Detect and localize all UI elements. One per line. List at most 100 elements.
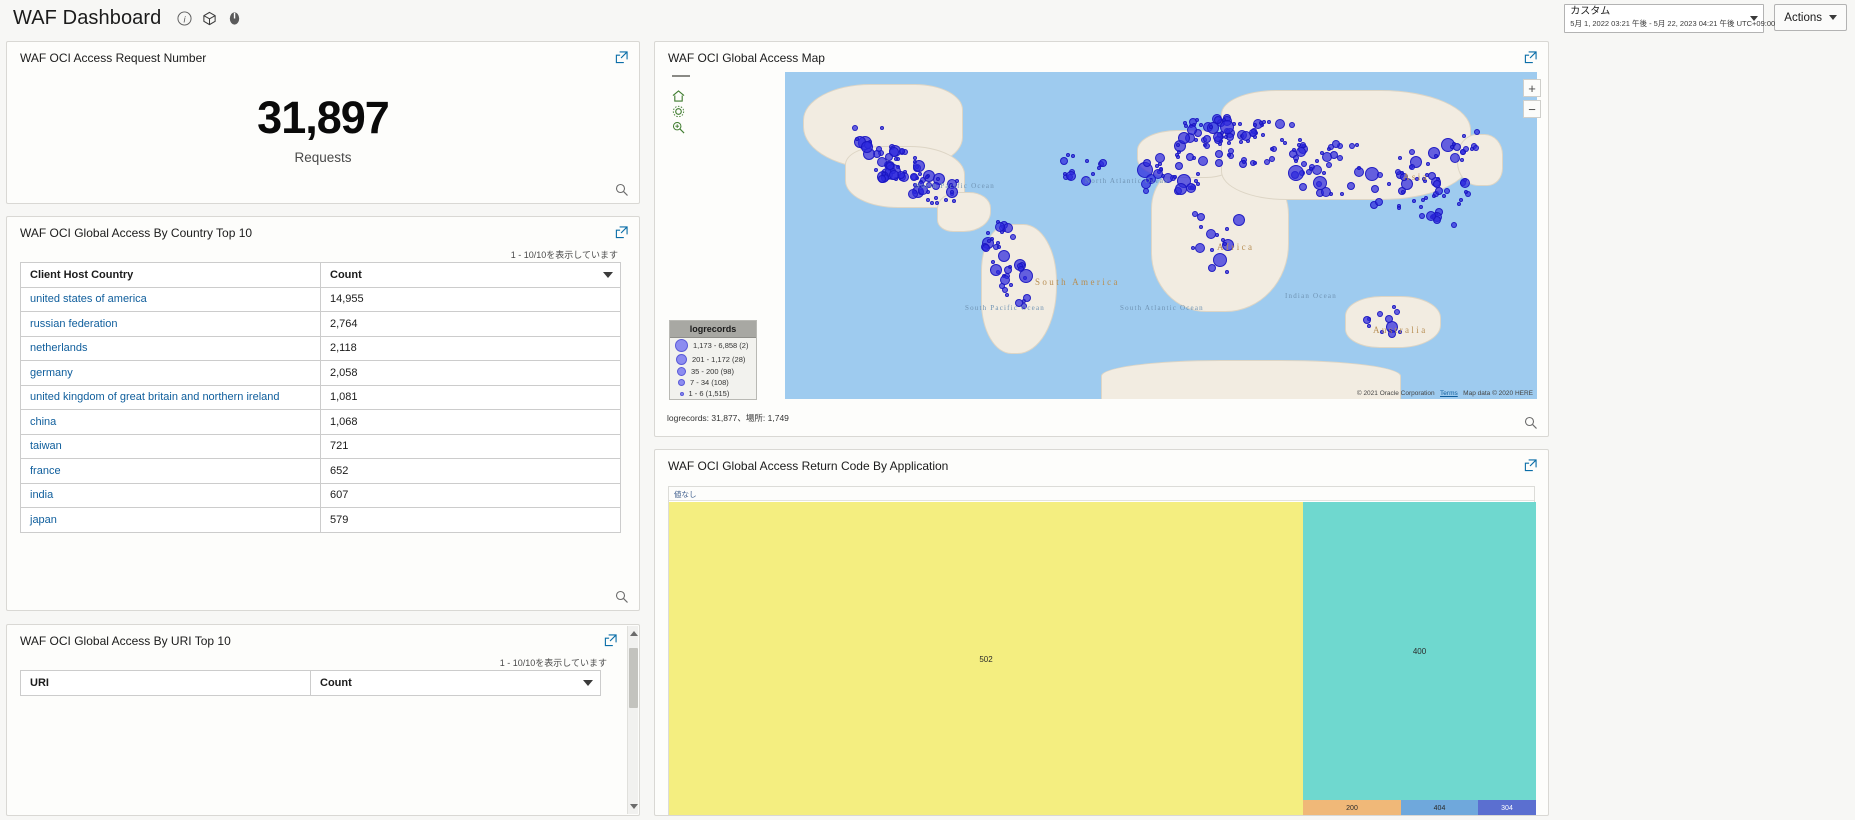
map-data-point[interactable]: [1423, 179, 1427, 183]
map-data-point[interactable]: [913, 160, 925, 172]
map-data-point[interactable]: [1426, 211, 1436, 221]
map-data-point[interactable]: [1301, 161, 1307, 167]
map-data-point[interactable]: [1426, 162, 1430, 166]
map-data-point[interactable]: [955, 179, 959, 183]
map-data-point[interactable]: [1214, 116, 1222, 124]
map-data-point[interactable]: [1220, 120, 1234, 134]
map-data-point[interactable]: [1409, 164, 1415, 170]
column-header-uri[interactable]: URI: [21, 671, 311, 696]
map-data-point[interactable]: [1270, 147, 1274, 151]
map-data-point[interactable]: [1066, 171, 1076, 181]
map-data-point[interactable]: [987, 239, 991, 243]
map-data-point[interactable]: [1300, 142, 1306, 148]
map-data-point[interactable]: [1019, 269, 1033, 283]
map-data-point[interactable]: [982, 244, 990, 252]
country-link[interactable]: russian federation: [30, 318, 117, 330]
country-link[interactable]: netherlands: [30, 342, 88, 354]
map-data-point[interactable]: [1329, 192, 1333, 196]
map-data-point[interactable]: [934, 196, 938, 200]
country-link[interactable]: india: [30, 489, 53, 501]
map-data-point[interactable]: [1363, 316, 1371, 324]
treemap-tile[interactable]: 400: [1303, 502, 1536, 800]
map-data-point[interactable]: [1459, 198, 1463, 202]
map-data-point[interactable]: [1444, 188, 1450, 194]
map-data-point[interactable]: [1143, 159, 1151, 167]
map-data-point[interactable]: [1000, 275, 1010, 285]
map-data-point[interactable]: [1210, 248, 1214, 252]
map-data-point[interactable]: [1215, 233, 1219, 237]
map-data-point[interactable]: [1419, 213, 1425, 219]
map-data-point[interactable]: [1269, 156, 1275, 162]
map-data-point[interactable]: [950, 190, 954, 194]
map-data-point[interactable]: [886, 162, 894, 170]
column-header-count[interactable]: Count: [311, 671, 601, 696]
scroll-down-arrow-icon[interactable]: [630, 804, 638, 809]
map-data-point[interactable]: [1460, 178, 1470, 188]
scrollbar-thumb[interactable]: [629, 648, 638, 708]
filter-icon[interactable]: [226, 10, 243, 27]
column-header-country[interactable]: Client Host Country: [21, 263, 321, 288]
map-data-point[interactable]: [1199, 225, 1203, 229]
map-data-point[interactable]: [1141, 179, 1151, 189]
map-data-point[interactable]: [1194, 179, 1198, 183]
map-data-point[interactable]: [926, 198, 930, 202]
map-data-point[interactable]: [1442, 194, 1446, 198]
map-data-point[interactable]: [1194, 138, 1198, 142]
map-data-point[interactable]: [1085, 159, 1089, 163]
date-range-selector[interactable]: カスタム 5月 1, 2022 03:21 午後 - 5月 22, 2023 0…: [1564, 4, 1764, 33]
map-data-point[interactable]: [1158, 162, 1162, 166]
map-data-point[interactable]: [918, 185, 928, 195]
map-data-point[interactable]: [1238, 122, 1242, 126]
sort-descending-icon[interactable]: [603, 272, 613, 278]
map-data-point[interactable]: [910, 173, 918, 181]
map-data-point[interactable]: [1473, 145, 1479, 151]
map-data-point[interactable]: [913, 156, 917, 160]
map-data-point[interactable]: [1225, 270, 1229, 274]
country-link[interactable]: japan: [30, 514, 57, 526]
map-data-point[interactable]: [1451, 222, 1457, 228]
map-data-point[interactable]: [1322, 171, 1326, 175]
map-data-point[interactable]: [1091, 172, 1095, 176]
map-data-point[interactable]: [1198, 156, 1208, 166]
home-icon[interactable]: [672, 89, 696, 102]
map-data-point[interactable]: [861, 141, 873, 153]
map-data-point[interactable]: [1175, 183, 1187, 195]
map-data-point[interactable]: [1163, 173, 1173, 183]
map-data-point[interactable]: [1021, 303, 1027, 309]
treemap-tile[interactable]: 404: [1401, 800, 1478, 816]
map-data-point[interactable]: [1253, 123, 1257, 127]
map-data-point[interactable]: [1296, 147, 1306, 157]
map-data-point[interactable]: [1005, 293, 1009, 297]
map-pan-tool[interactable]: [672, 75, 690, 84]
country-link[interactable]: united states of america: [30, 293, 147, 305]
map-data-point[interactable]: [1066, 153, 1070, 157]
map-data-point[interactable]: [913, 183, 917, 187]
map-data-point[interactable]: [1186, 183, 1196, 193]
search-icon[interactable]: [615, 183, 629, 197]
sort-descending-icon[interactable]: [583, 680, 593, 686]
map-data-point[interactable]: [1176, 155, 1180, 159]
external-link-icon[interactable]: [1524, 459, 1537, 472]
map-data-point[interactable]: [936, 177, 940, 181]
map-data-point[interactable]: [932, 182, 940, 190]
map-data-point[interactable]: [918, 172, 922, 176]
map-data-point[interactable]: [1203, 135, 1211, 143]
map-data-point[interactable]: [1349, 143, 1355, 149]
map-data-point[interactable]: [1371, 185, 1379, 193]
map-terms-link[interactable]: Terms: [1440, 390, 1458, 397]
map-data-point[interactable]: [1099, 159, 1107, 167]
map-data-point[interactable]: [1457, 202, 1461, 206]
map-data-point[interactable]: [1204, 143, 1210, 149]
search-icon[interactable]: [1524, 416, 1538, 430]
country-link[interactable]: taiwan: [30, 440, 62, 452]
map-data-point[interactable]: [908, 189, 918, 199]
map-canvas[interactable]: North Pacific OceanNorth Atlantic OceanS…: [785, 72, 1537, 399]
zoom-select-icon[interactable]: [672, 121, 696, 134]
map-data-point[interactable]: [855, 137, 859, 141]
map-data-point[interactable]: [1397, 206, 1401, 210]
map-data-point[interactable]: [1340, 192, 1344, 196]
map-data-point[interactable]: [925, 175, 929, 179]
map-data-point[interactable]: [1253, 161, 1257, 165]
map-data-point[interactable]: [1143, 188, 1149, 194]
map-data-point[interactable]: [991, 260, 995, 264]
